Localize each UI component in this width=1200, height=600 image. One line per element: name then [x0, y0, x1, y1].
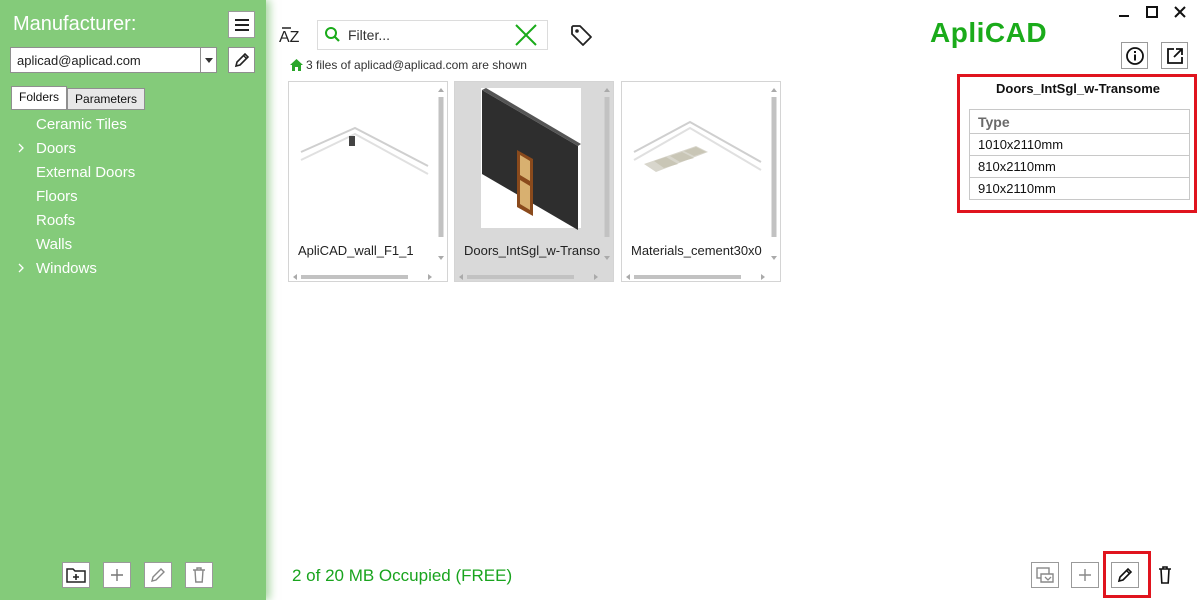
type-row[interactable]: 1010x2110mm	[969, 133, 1190, 156]
tab-folders[interactable]: Folders	[11, 86, 68, 110]
tree-item-label: Walls	[36, 235, 73, 253]
maximize-button[interactable]	[1141, 3, 1163, 21]
sort-az-label: AZ	[279, 29, 300, 46]
sort-az-icon: AZ	[279, 27, 300, 46]
properties-table: Type 1010x2110mm 810x2110mm 910x2110mm	[969, 109, 1190, 200]
pencil-icon	[234, 52, 249, 68]
hamburger-icon	[234, 18, 249, 31]
file-thumbnail	[624, 84, 767, 232]
file-card-wall[interactable]: ApliCAD_wall_F1_1	[288, 81, 448, 282]
vertical-scrollbar[interactable]	[603, 84, 611, 264]
horizontal-scrollbar[interactable]	[457, 269, 600, 280]
file-count-text: 3 files of aplicad@aplicad.com are shown	[306, 58, 527, 72]
chevron-right-icon[interactable]	[18, 263, 36, 273]
tree-item-windows[interactable]: Windows	[18, 256, 135, 280]
tree-item-external-doors[interactable]: External Doors	[18, 160, 135, 184]
tree-item-floors[interactable]: Floors	[18, 184, 135, 208]
dropdown-arrow-icon[interactable]	[200, 48, 216, 72]
open-external-button[interactable]	[1161, 42, 1188, 69]
minimize-icon	[1119, 15, 1129, 17]
tree-item-label: Doors	[36, 139, 77, 157]
edit-button-highlight	[1103, 551, 1151, 598]
edit-manufacturer-button[interactable]	[228, 47, 255, 73]
file-label-area: Materials_cement30x0	[624, 235, 767, 265]
trash-icon	[193, 567, 205, 583]
replace-file-button[interactable]	[1031, 562, 1059, 588]
file-count-status: 3 files of aplicad@aplicad.com are shown	[290, 58, 527, 72]
tree-item-roofs[interactable]: Roofs	[18, 208, 135, 232]
file-thumbnail	[457, 84, 600, 232]
file-name: ApliCAD_wall_F1_1	[298, 242, 414, 258]
info-button[interactable]	[1121, 42, 1148, 69]
pencil-icon	[151, 568, 165, 582]
filter-placeholder: Filter...	[348, 27, 391, 43]
app-window: Manufacturer: aplicad@aplicad.com Folder…	[0, 0, 1200, 600]
brand-logo: ApliCAD	[930, 17, 1048, 48]
replace-file-icon	[1036, 567, 1054, 583]
file-label-area: ApliCAD_wall_F1_1	[291, 235, 434, 265]
delete-folder-button[interactable]	[185, 562, 213, 588]
tree-item-label: Floors	[36, 187, 78, 205]
home-icon	[290, 59, 303, 71]
tree-item-label: External Doors	[36, 163, 136, 181]
file-thumbnail	[291, 84, 434, 232]
vertical-scrollbar[interactable]	[437, 84, 445, 264]
trash-icon	[1159, 566, 1171, 584]
folder-tree: Ceramic Tiles Doors External Doors Floor…	[18, 112, 135, 280]
close-icon	[1174, 6, 1186, 18]
clear-filter-icon[interactable]	[513, 22, 539, 48]
manufacturer-select-value: aplicad@aplicad.com	[17, 52, 141, 68]
chevron-right-icon[interactable]	[18, 143, 36, 153]
search-icon	[325, 27, 340, 42]
plus-icon	[1079, 569, 1091, 581]
filter-input[interactable]: Filter...	[317, 20, 548, 50]
vertical-scrollbar[interactable]	[770, 84, 778, 264]
info-icon	[1125, 46, 1144, 65]
menu-button[interactable]	[228, 11, 255, 38]
properties-title: Doors_IntSgl_w-Transome	[996, 81, 1160, 96]
delete-file-button[interactable]	[1151, 562, 1179, 588]
horizontal-scrollbar[interactable]	[291, 269, 434, 280]
sidebar: Manufacturer: aplicad@aplicad.com Folder…	[0, 0, 266, 600]
sidebar-title: Manufacturer:	[13, 13, 137, 35]
rename-folder-button[interactable]	[144, 562, 172, 588]
tag-filter-button[interactable]	[569, 23, 595, 49]
new-folder-icon	[66, 568, 86, 583]
maximize-icon	[1146, 6, 1158, 18]
sort-az-button[interactable]: AZ	[278, 24, 306, 48]
file-label-area: Doors_IntSgl_w-Transome	[457, 235, 600, 265]
tag-icon	[571, 25, 592, 46]
tree-item-label: Ceramic Tiles	[36, 115, 127, 133]
manufacturer-select[interactable]: aplicad@aplicad.com	[10, 47, 217, 73]
add-file-button[interactable]	[1071, 562, 1099, 588]
plus-icon	[111, 569, 123, 581]
file-name: Materials_cement30x0	[631, 242, 762, 258]
close-button[interactable]	[1169, 3, 1191, 21]
storage-status: 2 of 20 MB Occupied (FREE)	[292, 566, 513, 585]
tree-item-ceramic-tiles[interactable]: Ceramic Tiles	[18, 112, 135, 136]
new-folder-button[interactable]	[62, 562, 90, 588]
tree-item-label: Roofs	[36, 211, 76, 229]
tree-item-doors[interactable]: Doors	[18, 136, 135, 160]
properties-header: Type	[969, 109, 1190, 134]
tree-item-label: Windows	[36, 259, 97, 277]
type-row[interactable]: 910x2110mm	[969, 177, 1190, 200]
file-card-materials[interactable]: Materials_cement30x0	[621, 81, 781, 282]
file-card-door[interactable]: Doors_IntSgl_w-Transome	[454, 81, 614, 282]
minimize-button[interactable]	[1113, 3, 1135, 21]
tab-parameters[interactable]: Parameters	[67, 88, 146, 110]
type-row[interactable]: 810x2110mm	[969, 155, 1190, 178]
tree-item-walls[interactable]: Walls	[18, 232, 135, 256]
sidebar-tabs: Folders Parameters	[11, 86, 146, 110]
sidebar-actions	[62, 562, 213, 588]
external-link-icon	[1166, 47, 1183, 64]
file-name: Doors_IntSgl_w-Transome	[464, 242, 600, 258]
horizontal-scrollbar[interactable]	[624, 269, 767, 280]
add-folder-item-button[interactable]	[103, 562, 131, 588]
